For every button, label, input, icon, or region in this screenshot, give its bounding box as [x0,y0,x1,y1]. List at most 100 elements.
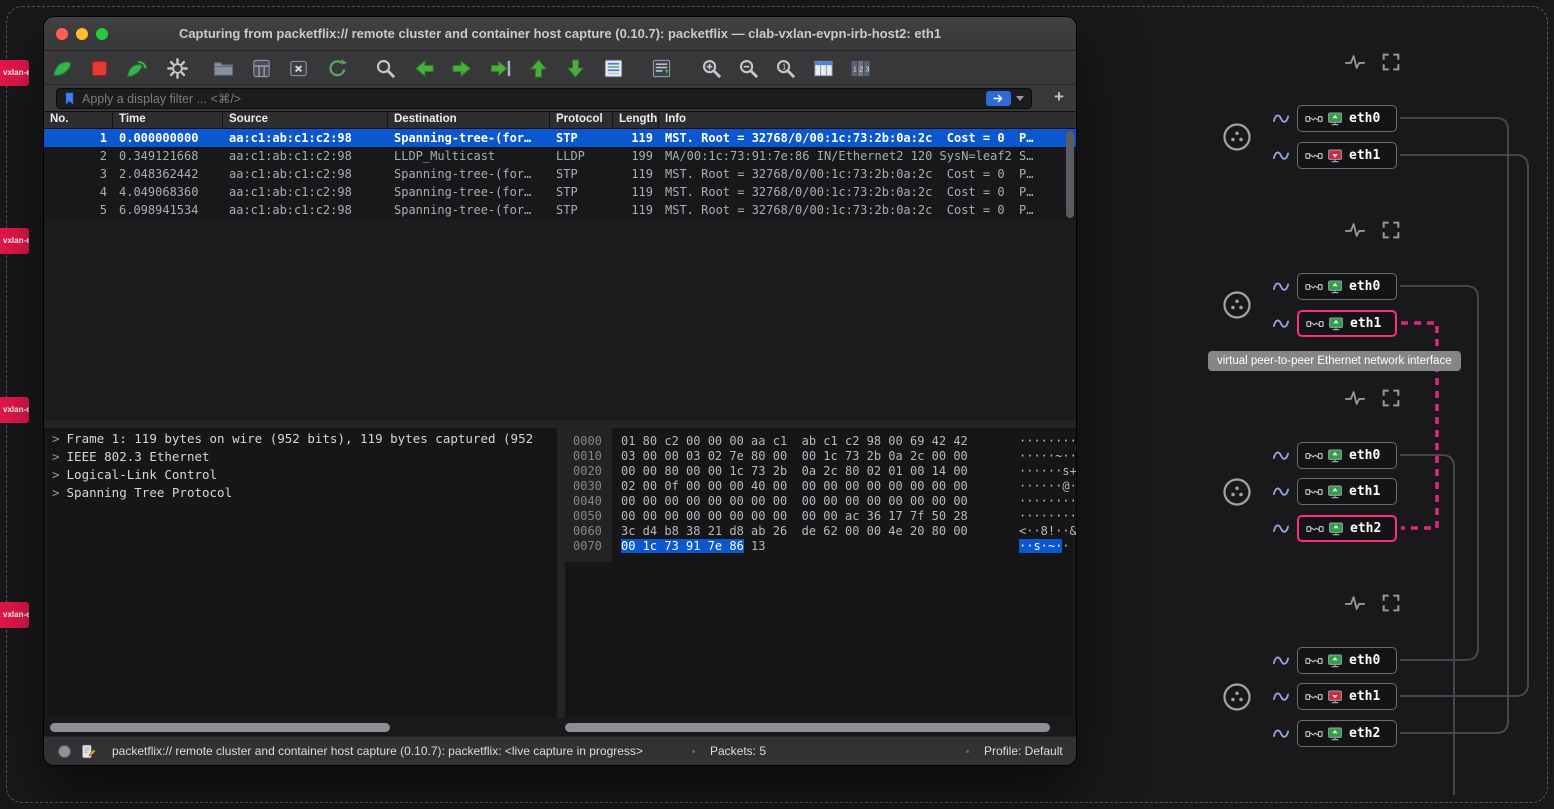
packet-row[interactable]: 20.349121668aa:c1:ab:c1:c2:98LLDP_Multic… [44,147,1076,165]
hex-row[interactable]: 0050 00 00 00 00 00 00 00 00 00 00 ac 36 … [565,509,1076,524]
hex-offset: 0050 [565,509,612,524]
pane-splitter-horizontal[interactable] [44,420,1076,428]
node-expand-icon[interactable] [1380,387,1402,409]
previous-packet-button[interactable] [410,54,438,82]
capture-comment-icon[interactable] [80,743,97,760]
colorize-packets-button[interactable] [599,54,627,82]
node-expand-icon[interactable] [1380,592,1402,614]
zoom-out-button[interactable] [734,54,762,82]
filter-bookmark-icon[interactable] [62,91,77,106]
detail-row[interactable]: >IEEE 802.3 Ethernet [44,448,557,466]
interface-capture-icon[interactable] [1271,146,1291,166]
hex-row[interactable]: 007000 1c 73 91 7e 86 13··s·~·· [565,539,1076,554]
filter-apply-button[interactable] [986,91,1011,106]
reload-file-button[interactable] [323,54,351,82]
interface-capture-icon[interactable] [1271,109,1291,129]
node-activity-icon[interactable] [1344,219,1366,241]
detail-pane-hscrollbar[interactable] [50,723,390,732]
profile-label[interactable]: Profile: Default [984,737,1063,765]
capture-options-button[interactable] [163,54,191,82]
zoom-in-button[interactable] [697,54,725,82]
interface-capture-icon[interactable] [1271,482,1291,502]
interface-capture-icon[interactable] [1271,314,1291,334]
interface-button-eth0[interactable]: eth0 [1297,647,1397,674]
filter-add-button[interactable]: + [1048,87,1070,107]
packet-row[interactable]: 44.049068360aa:c1:ab:c1:c2:98Spanning-tr… [44,183,1076,201]
close-file-button[interactable] [284,54,312,82]
zoom-window-button[interactable] [96,28,108,40]
hex-row[interactable]: 000001 80 c2 00 00 00 aa c1 ab c1 c2 98 … [565,434,1076,449]
find-packet-button[interactable] [371,54,399,82]
last-packet-button[interactable] [561,54,589,82]
stop-capture-button[interactable] [85,54,113,82]
first-packet-button[interactable] [524,54,552,82]
interface-button-eth2[interactable]: eth2 [1297,720,1397,747]
interface-capture-icon[interactable] [1271,687,1291,707]
goto-packet-button[interactable] [486,54,514,82]
column-header[interactable]: Protocol [550,112,613,128]
interface-capture-icon[interactable] [1271,651,1291,671]
interface-capture-icon[interactable] [1271,277,1291,297]
hex-row[interactable]: 002000 00 80 00 00 1c 73 2b 0a 2c 80 02 … [565,464,1076,479]
interface-capture-icon[interactable] [1271,724,1291,744]
detail-row[interactable]: >Spanning Tree Protocol [44,484,557,502]
layout-123-button[interactable]: 123 [846,54,874,82]
hex-bytes: 00 00 00 00 00 00 00 00 00 00 ac 36 17 7… [621,509,1019,524]
column-header[interactable]: Info [659,112,1076,128]
next-packet-button[interactable] [447,54,475,82]
column-header[interactable]: Time [113,112,223,128]
filter-dropdown-caret[interactable] [1016,96,1024,101]
packet-row[interactable]: 10.000000000aa:c1:ab:c1:c2:98Spanning-tr… [44,129,1076,147]
interface-button-eth1[interactable]: eth1 [1297,683,1397,710]
node-activity-icon[interactable] [1344,51,1366,73]
packet-cell: 119 [613,201,659,219]
interface-button-eth0[interactable]: eth0 [1297,105,1397,132]
container-node-icon[interactable] [1222,122,1252,152]
interface-button-eth1[interactable]: eth1 [1297,310,1397,337]
column-header[interactable]: Length [613,112,659,128]
interface-capture-icon[interactable] [1271,446,1291,466]
display-filter-field[interactable] [56,88,1032,109]
column-header[interactable]: No. [44,112,113,128]
node-activity-icon[interactable] [1344,592,1366,614]
display-filter-input[interactable] [82,92,981,106]
interface-button-eth2[interactable]: eth2 [1297,515,1397,542]
packet-list-scrollbar[interactable] [1066,131,1074,218]
open-file-button[interactable] [209,54,237,82]
interface-button-eth1[interactable]: eth1 [1297,478,1397,505]
interface-button-eth0[interactable]: eth0 [1297,273,1397,300]
interface-button-eth1[interactable]: eth1 [1297,142,1397,169]
node-activity-icon[interactable] [1344,387,1366,409]
auto-scroll-button[interactable] [647,54,675,82]
hex-row[interactable]: 00603c d4 b8 38 21 d8 ab 26 de 62 00 00 … [565,524,1076,539]
hex-row[interactable]: 004000 00 00 00 00 00 00 00 00 00 00 00 … [565,494,1076,509]
pane-splitter-vertical[interactable] [557,428,565,718]
node-expand-icon[interactable] [1380,51,1402,73]
expert-info-icon[interactable] [56,743,73,760]
minimize-window-button[interactable] [76,28,88,40]
hex-row[interactable]: 003002 00 0f 00 00 00 40 00 00 00 00 00 … [565,479,1076,494]
container-node-icon[interactable] [1222,682,1252,712]
resize-columns-button[interactable] [809,54,837,82]
column-header[interactable]: Destination [388,112,550,128]
interface-button-eth0[interactable]: eth0 [1297,442,1397,469]
hex-pane-hscrollbar[interactable] [565,723,1050,732]
container-node-icon[interactable] [1222,290,1252,320]
container-node-icon[interactable] [1222,477,1252,507]
start-capture-button[interactable] [48,54,76,82]
detail-row[interactable]: >Logical-Link Control [44,466,557,484]
close-window-button[interactable] [56,28,68,40]
column-header[interactable]: Source [223,112,388,128]
interface-label: eth0 [1349,279,1380,294]
packet-row[interactable]: 32.048362442aa:c1:ab:c1:c2:98Spanning-tr… [44,165,1076,183]
packet-row[interactable]: 56.098941534aa:c1:ab:c1:c2:98Spanning-tr… [44,201,1076,219]
restart-capture-button[interactable] [122,54,150,82]
window-titlebar[interactable]: Capturing from packetflix:// remote clus… [44,17,1076,51]
svg-text:1: 1 [781,62,786,71]
zoom-original-button[interactable]: 1 [771,54,799,82]
hex-row[interactable]: 001003 00 00 03 02 7e 80 00 00 1c 73 2b … [565,449,1076,464]
detail-row[interactable]: >Frame 1: 119 bytes on wire (952 bits), … [44,430,557,448]
interface-capture-icon[interactable] [1271,519,1291,539]
save-file-button[interactable] [247,54,275,82]
node-expand-icon[interactable] [1380,219,1402,241]
